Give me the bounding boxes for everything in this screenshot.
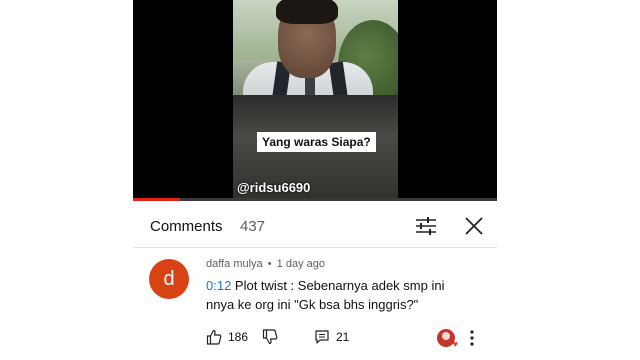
avatar[interactable]: d bbox=[149, 259, 189, 299]
close-icon[interactable] bbox=[463, 215, 485, 237]
video-person-hair bbox=[276, 0, 338, 24]
video-progress-bar[interactable] bbox=[133, 198, 497, 201]
comment-meta: daffa mulya • 1 day ago bbox=[206, 258, 325, 270]
comment-text-part: Plot twist : Sebenarnya adek smp ini bbox=[231, 278, 445, 293]
like-button[interactable]: 186 bbox=[206, 329, 248, 345]
timestamp-link[interactable]: 0:12 bbox=[206, 278, 231, 293]
creator-heart-icon[interactable]: ♥ bbox=[437, 329, 458, 349]
comment-text-line: nnya ke org ini "Gk bsa bhs inggris?" bbox=[206, 297, 419, 312]
reply-count: 21 bbox=[336, 330, 350, 344]
comments-count: 437 bbox=[240, 218, 266, 235]
comments-title: Comments bbox=[150, 218, 223, 235]
like-count: 186 bbox=[228, 330, 249, 344]
heart-icon: ♥ bbox=[452, 339, 458, 349]
header-divider bbox=[133, 247, 497, 248]
tune-icon[interactable] bbox=[415, 216, 437, 236]
video-progress-fill bbox=[133, 198, 181, 201]
meta-separator: • bbox=[267, 258, 272, 270]
more-vertical-icon[interactable] bbox=[467, 329, 477, 347]
reply-button[interactable]: 21 bbox=[314, 329, 349, 345]
comments-header: Comments 437 bbox=[133, 208, 497, 244]
dislike-button[interactable] bbox=[262, 329, 278, 345]
video-caption: Yang waras Siapa? bbox=[257, 132, 376, 152]
reply-icon bbox=[315, 330, 329, 344]
phone-screen: Yang waras Siapa? @ridsu6690 Comments 43… bbox=[133, 0, 497, 360]
video-frame bbox=[233, 0, 398, 201]
comment-author[interactable]: daffa mulya bbox=[206, 258, 263, 270]
comment-text: 0:12 Plot twist : Sebenarnya adek smp in… bbox=[206, 276, 486, 314]
comment-text-line: 0:12 Plot twist : Sebenarnya adek smp in… bbox=[206, 276, 486, 295]
video-player[interactable]: Yang waras Siapa? @ridsu6690 bbox=[133, 0, 497, 201]
comment-time: 1 day ago bbox=[276, 258, 325, 270]
comment-actions: 186 21 ♥ bbox=[206, 329, 496, 349]
thumbs-up-icon bbox=[206, 329, 222, 345]
thumbs-down-icon bbox=[262, 329, 278, 345]
creator-avatar-face bbox=[442, 332, 450, 340]
video-watermark-handle: @ridsu6690 bbox=[237, 180, 311, 195]
